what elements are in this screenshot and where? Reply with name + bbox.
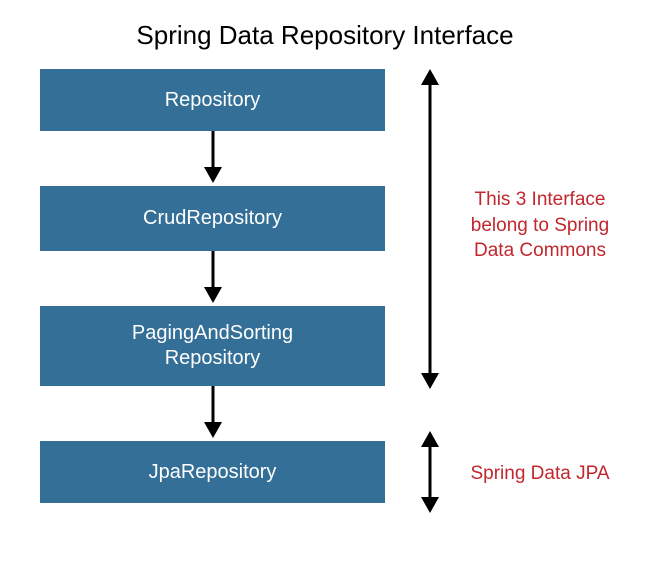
box-jpa-repository: JpaRepository	[40, 441, 385, 503]
double-arrow-vertical-icon	[415, 69, 445, 389]
arrow-1	[40, 131, 385, 186]
annotation-commons-line3: Data Commons	[455, 238, 625, 264]
arrow-2	[40, 251, 385, 306]
box-paging-sorting-label-line2: Repository	[165, 346, 261, 371]
arrow-3	[40, 386, 385, 441]
bracket-jpa	[415, 431, 445, 518]
box-paging-sorting-label-line1: PagingAndSorting	[132, 321, 293, 346]
box-crud-repository: CrudRepository	[40, 186, 385, 251]
double-arrow-vertical-icon	[415, 431, 445, 513]
arrow-down-icon	[198, 251, 228, 306]
box-crud-repository-label: CrudRepository	[143, 206, 282, 231]
box-repository: Repository	[40, 69, 385, 131]
annotation-commons-line2: belong to Spring	[455, 213, 625, 239]
hierarchy-column: Repository CrudRepository PagingAndSorti…	[40, 69, 385, 503]
box-repository-label: Repository	[165, 88, 261, 113]
annotation-jpa-text: Spring Data JPA	[470, 463, 609, 484]
arrow-down-icon	[198, 386, 228, 441]
annotation-commons: This 3 Interface belong to Spring Data C…	[455, 187, 625, 264]
annotation-commons-line1: This 3 Interface	[455, 187, 625, 213]
box-paging-sorting-repository: PagingAndSorting Repository	[40, 306, 385, 386]
arrow-down-icon	[198, 131, 228, 186]
annotation-jpa: Spring Data JPA	[460, 461, 620, 487]
bracket-commons	[415, 69, 445, 394]
diagram-title: Spring Data Repository Interface	[0, 0, 650, 69]
box-jpa-repository-label: JpaRepository	[149, 460, 277, 485]
diagram-container: Repository CrudRepository PagingAndSorti…	[0, 69, 650, 569]
